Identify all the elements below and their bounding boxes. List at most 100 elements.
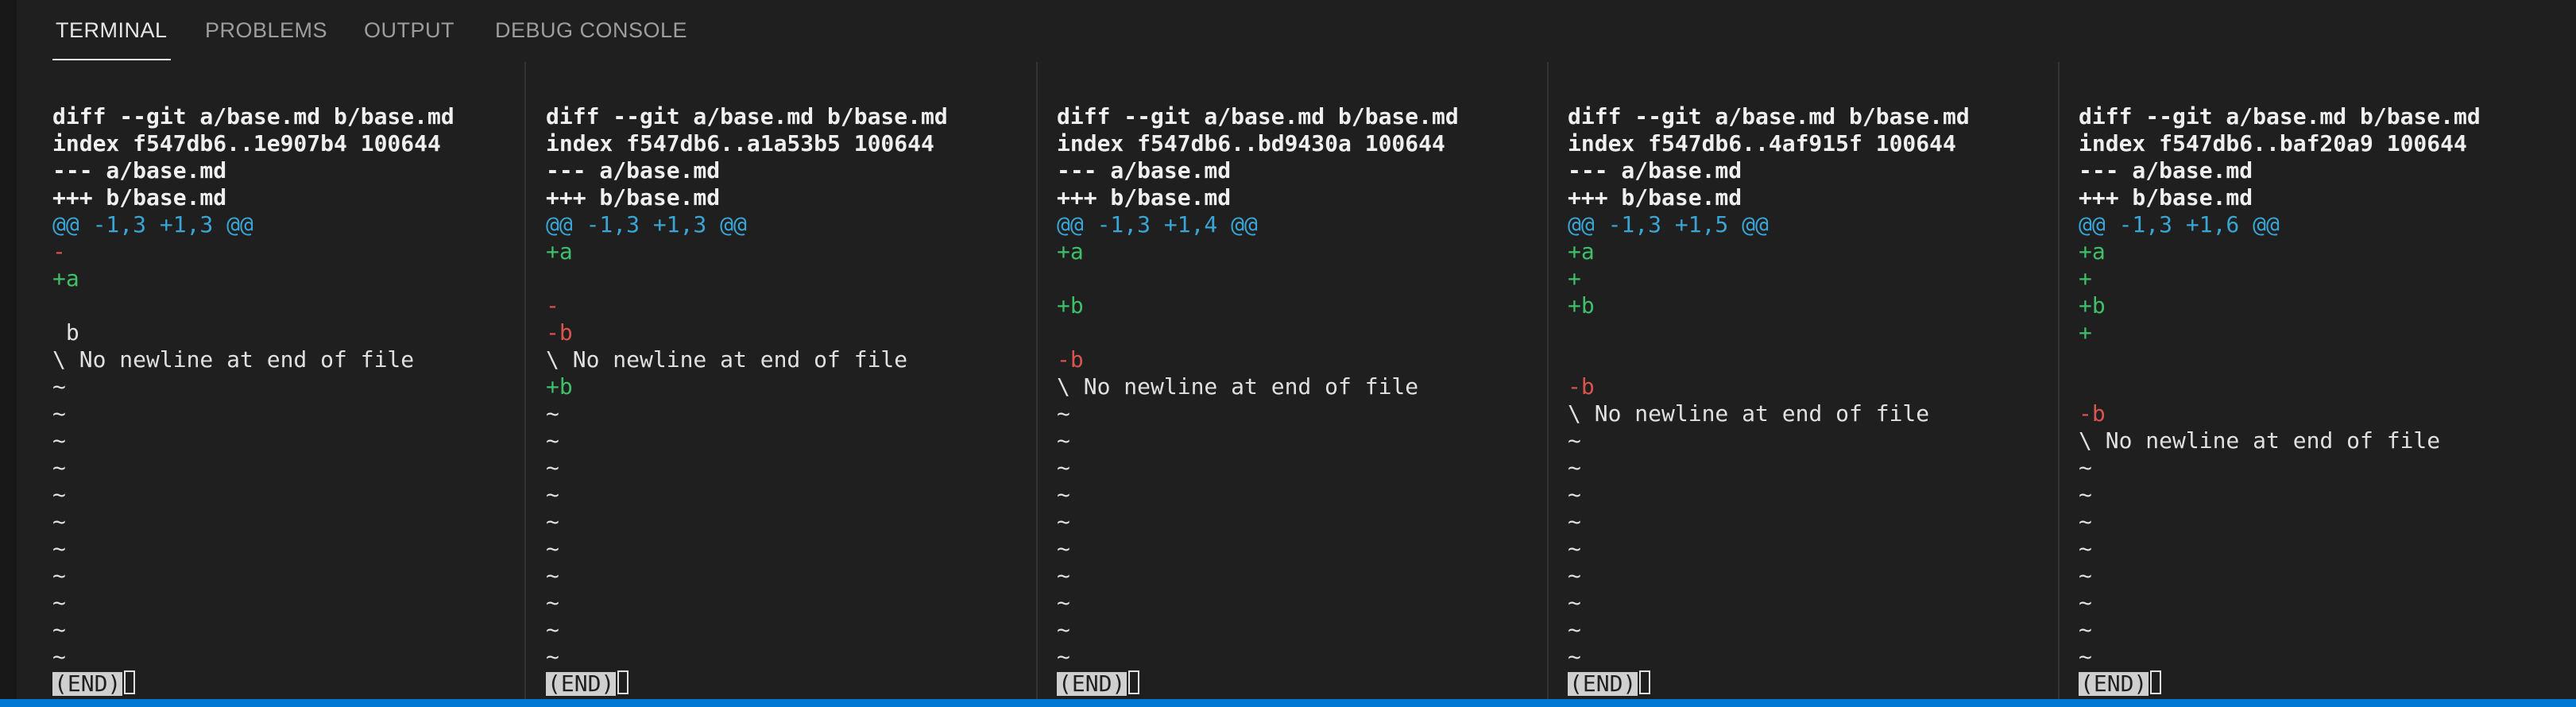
diff-line: [2079, 346, 2571, 373]
empty-line-marker: ~: [546, 643, 559, 670]
empty-line-marker: ~: [1568, 589, 1581, 616]
pager-end-marker: (END): [1568, 670, 1638, 697]
terminal-cursor: [124, 670, 136, 694]
diff-line: +b: [1568, 292, 1595, 319]
terminal-pane-2[interactable]: diff --git a/base.md b/base.md index f547…: [546, 62, 1039, 699]
empty-line-marker: ~: [52, 481, 66, 508]
pane-divider[interactable]: [524, 62, 526, 699]
empty-line-marker: ~: [2079, 562, 2092, 589]
diff-line: [1057, 265, 1549, 292]
activity-gutter: [0, 0, 17, 707]
terminal-cursor: [617, 670, 629, 694]
empty-line-marker: ~: [52, 400, 66, 427]
empty-line-marker: ~: [546, 454, 559, 481]
tab-terminal[interactable]: TERMINAL: [52, 17, 171, 60]
empty-line-marker: ~: [52, 562, 66, 589]
diff-line: index f547db6..a1a53b5 100644: [546, 130, 934, 156]
empty-line-marker: ~: [1057, 535, 1070, 562]
pane-divider[interactable]: [2058, 62, 2060, 699]
diff-line: --- a/base.md: [52, 157, 227, 184]
diff-line: diff --git a/base.md b/base.md: [1057, 103, 1459, 129]
pager-end-marker: (END): [1057, 670, 1127, 697]
empty-line-marker: ~: [1057, 616, 1070, 643]
pager-end-marker: (END): [52, 670, 123, 697]
diff-line: diff --git a/base.md b/base.md: [546, 103, 948, 129]
diff-line: \ No newline at end of file: [52, 346, 415, 373]
diff-line: -: [546, 292, 559, 319]
bottom-panel: TERMINAL PROBLEMS OUTPUT DEBUG CONSOLE d…: [17, 0, 2576, 699]
empty-line-marker: ~: [546, 562, 559, 589]
diff-line: [52, 292, 521, 319]
empty-line-marker: ~: [546, 508, 559, 535]
tab-output[interactable]: OUTPUT: [364, 17, 454, 60]
empty-line-marker: ~: [1057, 454, 1070, 481]
pane-divider[interactable]: [1036, 62, 1038, 699]
empty-line-marker: ~: [1568, 616, 1581, 643]
diff-line: +a: [2079, 238, 2106, 265]
empty-line-marker: ~: [546, 535, 559, 562]
diff-line: +a: [1568, 238, 1595, 265]
diff-line: \ No newline at end of file: [1568, 400, 1930, 427]
pager-end-line: (END): [546, 670, 1039, 697]
empty-line-marker: ~: [1568, 535, 1581, 562]
diff-line: +: [2079, 265, 2092, 292]
status-bar-edge: [0, 699, 2576, 707]
diff-line: index f547db6..4af915f 100644: [1568, 130, 1956, 156]
diff-line: +++ b/base.md: [52, 184, 227, 211]
diff-line: +: [2079, 319, 2092, 346]
diff-line: b: [52, 319, 79, 346]
terminal-cursor: [1639, 670, 1651, 694]
empty-line-marker: ~: [2079, 535, 2092, 562]
pager-end-line: (END): [1568, 670, 2060, 697]
empty-line-marker: ~: [546, 400, 559, 427]
empty-line-marker: ~: [52, 535, 66, 562]
terminal-cursor: [2150, 670, 2162, 694]
diff-line: @@ -1,3 +1,5 @@: [1568, 211, 1769, 238]
pager-end-marker: (END): [546, 670, 617, 697]
diff-line: @@ -1,3 +1,4 @@: [1057, 211, 1258, 238]
empty-line-marker: ~: [2079, 643, 2092, 670]
empty-line-marker: ~: [1568, 643, 1581, 670]
terminal-pane-4[interactable]: diff --git a/base.md b/base.md index f547…: [1568, 62, 2060, 699]
terminal-cursor: [1128, 670, 1140, 694]
empty-line-marker: ~: [1057, 589, 1070, 616]
diff-line: \ No newline at end of file: [546, 346, 908, 373]
empty-line-marker: ~: [52, 616, 66, 643]
tab-problems[interactable]: PROBLEMS: [205, 17, 327, 60]
empty-line-marker: ~: [2079, 508, 2092, 535]
diff-line: +b: [546, 373, 573, 400]
diff-line: index f547db6..bd9430a 100644: [1057, 130, 1445, 156]
diff-line: +b: [1057, 292, 1084, 319]
pager-end-line: (END): [2079, 670, 2571, 697]
diff-line: index f547db6..1e907b4 100644: [52, 130, 441, 156]
empty-line-marker: ~: [1057, 400, 1070, 427]
empty-line-marker: ~: [1568, 508, 1581, 535]
diff-line: +: [1568, 265, 1581, 292]
diff-line: --- a/base.md: [546, 157, 721, 184]
empty-line-marker: ~: [546, 481, 559, 508]
diff-line: @@ -1,3 +1,3 @@: [546, 211, 747, 238]
pane-divider[interactable]: [1547, 62, 1549, 699]
terminal-pane-1[interactable]: diff --git a/base.md b/base.md index f547…: [52, 62, 521, 699]
diff-line: \ No newline at end of file: [1057, 373, 1419, 400]
diff-line: -b: [546, 319, 573, 346]
diff-line: --- a/base.md: [1057, 157, 1232, 184]
empty-line-marker: ~: [1568, 454, 1581, 481]
diff-line: --- a/base.md: [2079, 157, 2253, 184]
empty-line-marker: ~: [1057, 481, 1070, 508]
terminal-pane-3[interactable]: diff --git a/base.md b/base.md index f547…: [1057, 62, 1549, 699]
empty-line-marker: ~: [546, 616, 559, 643]
empty-line-marker: ~: [2079, 616, 2092, 643]
empty-line-marker: ~: [52, 508, 66, 535]
pager-end-line: (END): [1057, 670, 1549, 697]
empty-line-marker: ~: [52, 454, 66, 481]
pager-end-line: (END): [52, 670, 521, 697]
empty-line-marker: ~: [2079, 454, 2092, 481]
terminal-pane-5[interactable]: diff --git a/base.md b/base.md index f547…: [2079, 62, 2571, 699]
diff-line: [2079, 373, 2571, 400]
diff-line: +++ b/base.md: [1568, 184, 1742, 211]
empty-line-marker: ~: [2079, 481, 2092, 508]
diff-line: --- a/base.md: [1568, 157, 1742, 184]
tab-debug-console[interactable]: DEBUG CONSOLE: [495, 17, 687, 60]
diff-line: diff --git a/base.md b/base.md: [52, 103, 454, 129]
